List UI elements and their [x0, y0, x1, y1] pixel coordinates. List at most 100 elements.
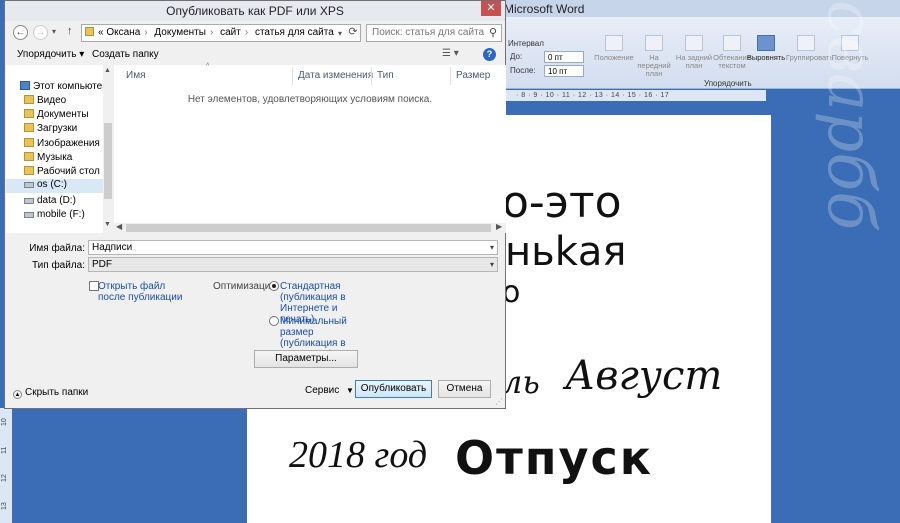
- address-bar[interactable]: « Оксана › Документы › сайт › статья для са…: [81, 24, 361, 42]
- folder-icon: [85, 27, 94, 36]
- chevron-up-icon: ▲: [13, 390, 22, 399]
- search-icon: ⚲: [488, 27, 497, 39]
- drive-icon: [24, 198, 34, 204]
- resize-grip-icon[interactable]: ⋰: [495, 397, 503, 406]
- filetype-select[interactable]: PDF ▾: [88, 257, 498, 272]
- folder-icon: [24, 109, 34, 118]
- open-after-publish-label[interactable]: Открыть файл после публикации: [98, 281, 188, 303]
- send-backward-button[interactable]: На задний план: [674, 35, 714, 70]
- back-arrow-icon[interactable]: ←: [13, 25, 28, 40]
- interval-label: Интервал: [508, 39, 544, 48]
- before-label: До:: [510, 52, 523, 61]
- breadcrumb-documents[interactable]: Документы: [154, 27, 206, 38]
- computer-icon: [20, 81, 30, 90]
- vertical-ruler: 10 11 12 13: [0, 408, 12, 523]
- tree-item-desktop[interactable]: Рабочий стол: [24, 166, 100, 177]
- empty-message: Нет элементов, удовлетворяющих условиям …: [187, 94, 433, 105]
- watermark-text: сварбб: [813, 0, 887, 231]
- nav-scroll-thumb[interactable]: [104, 123, 112, 199]
- chevron-down-icon: ▼: [346, 386, 354, 395]
- filetype-label: Тип файла:: [32, 260, 85, 271]
- file-list-hscrollbar[interactable]: ◀ ▶: [114, 222, 506, 233]
- view-options-icon[interactable]: ☰ ▾: [442, 48, 459, 59]
- column-date-modified[interactable]: Дата изменения: [298, 70, 373, 81]
- up-arrow-icon[interactable]: ↑: [67, 25, 73, 37]
- folder-icon: [24, 138, 34, 147]
- nav-scrollbar[interactable]: ▲ ▼: [103, 65, 113, 233]
- dialog-toolbar: Упорядочить ▾ Создать папку ☰ ▾ ?: [6, 45, 506, 65]
- close-button[interactable]: ✕: [481, 1, 501, 16]
- scroll-right-icon[interactable]: ▶: [496, 222, 502, 231]
- column-type[interactable]: Тип: [377, 70, 394, 81]
- refresh-icon[interactable]: ⟳: [345, 24, 361, 42]
- publish-button[interactable]: Опубликовать: [355, 380, 432, 398]
- align-icon: [757, 35, 775, 51]
- filename-label: Имя файла:: [29, 243, 85, 254]
- tree-item-drive-f[interactable]: mobile (F:): [24, 209, 85, 220]
- recent-dropdown-icon[interactable]: ▾: [52, 27, 56, 36]
- tree-item-downloads[interactable]: Загрузки: [24, 123, 77, 134]
- tree-item-pictures[interactable]: Изображения: [24, 138, 100, 149]
- drive-icon: [24, 212, 34, 218]
- align-button[interactable]: Выровнять: [746, 35, 786, 62]
- filename-dropdown-icon[interactable]: ▾: [490, 241, 494, 254]
- new-folder-button[interactable]: Создать папку: [92, 49, 159, 60]
- position-button[interactable]: Положение: [594, 35, 634, 62]
- scroll-down-icon[interactable]: ▼: [104, 221, 111, 228]
- folder-icon: [24, 123, 34, 132]
- bring-forward-icon: [645, 35, 663, 51]
- cancel-button[interactable]: Отмена: [438, 380, 491, 398]
- tree-item-video[interactable]: Видео: [24, 95, 66, 106]
- hscroll-thumb[interactable]: [126, 224, 491, 232]
- tree-item-documents[interactable]: Документы: [24, 109, 89, 120]
- breadcrumb-article[interactable]: статья для сайта: [255, 27, 334, 38]
- after-label: После:: [510, 66, 536, 75]
- sort-indicator-icon: ^: [206, 63, 210, 70]
- folder-icon: [24, 166, 34, 175]
- doc-line-5b: Отпуск: [455, 431, 654, 485]
- doc-line-2: ньkая: [505, 229, 627, 275]
- breadcrumb-site[interactable]: сайт: [220, 27, 241, 38]
- arrange-group-label: Упорядочить: [704, 79, 752, 88]
- tree-item-this-pc[interactable]: Этот компьютер: [20, 81, 104, 92]
- doc-line-5a: 2018 год: [289, 434, 428, 476]
- spacing-before-input[interactable]: 0 пт: [544, 51, 584, 63]
- spacing-after-input[interactable]: 10 пт: [544, 65, 584, 77]
- folder-icon: [24, 95, 34, 104]
- scroll-left-icon[interactable]: ◀: [116, 222, 122, 231]
- tree-item-drive-d[interactable]: data (D:): [24, 195, 76, 206]
- navigation-pane: Этот компьютер Видео Документы Загрузки …: [6, 65, 104, 233]
- drive-icon: [24, 182, 34, 188]
- doc-line-4a: ль: [502, 363, 540, 401]
- search-input[interactable]: Поиск: статья для сайта ⚲: [366, 24, 502, 42]
- navigation-bar: ← → ▾ ↑ « Оксана › Документы › сайт › стать…: [9, 23, 503, 43]
- position-icon: [605, 35, 623, 51]
- filename-input[interactable]: Надписи ▾: [88, 240, 498, 255]
- help-icon[interactable]: ?: [483, 48, 496, 61]
- breadcrumb-oksana[interactable]: Оксана: [106, 27, 140, 38]
- wrap-text-icon: [723, 35, 741, 51]
- dialog-title-bar: Опубликовать как PDF или XPS ✕: [5, 1, 505, 21]
- forward-arrow-icon[interactable]: →: [33, 25, 48, 40]
- send-backward-icon: [685, 35, 703, 51]
- publish-dialog: Опубликовать как PDF или XPS ✕ ← → ▾ ↑ «…: [4, 0, 506, 409]
- parameters-button[interactable]: Параметры...: [254, 350, 358, 368]
- doc-line-1: о-это: [502, 177, 622, 228]
- filetype-dropdown-icon[interactable]: ▾: [490, 258, 494, 271]
- doc-line-4b: Август: [565, 353, 723, 399]
- tools-button[interactable]: Сервис ▼: [305, 385, 354, 396]
- optimize-standard-radio[interactable]: [269, 281, 279, 291]
- scroll-up-icon[interactable]: ▲: [104, 67, 111, 74]
- address-dropdown-icon[interactable]: ▾: [338, 26, 342, 41]
- bring-forward-button[interactable]: На передний план: [634, 35, 674, 78]
- hide-folders-button[interactable]: ▲ Скрыть папки: [13, 387, 88, 399]
- column-size[interactable]: Размер: [456, 70, 490, 81]
- organize-button[interactable]: Упорядочить ▾: [17, 49, 84, 60]
- tree-item-drive-c[interactable]: os (C:): [6, 179, 104, 193]
- optimize-minimal-radio[interactable]: [269, 316, 279, 326]
- tree-item-music[interactable]: Музыка: [24, 152, 72, 163]
- horizontal-ruler: · 8 · 9 · 10 · 11 · 12 · 13 · 14 · 15 · …: [506, 90, 766, 101]
- file-list: ^ Имя Дата изменения Тип Размер Нет элем…: [114, 63, 506, 223]
- folder-icon: [24, 152, 34, 161]
- column-name[interactable]: Имя: [126, 70, 145, 81]
